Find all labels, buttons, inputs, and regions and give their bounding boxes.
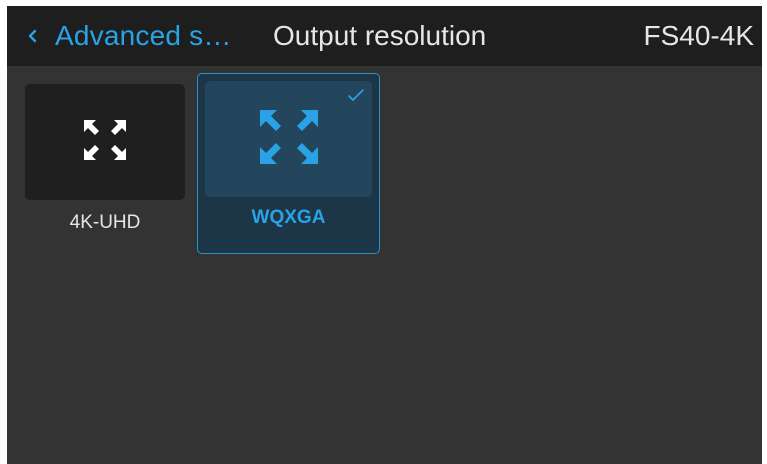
option-label: WQXGA bbox=[251, 207, 326, 228]
option-wqxga[interactable]: WQXGA bbox=[197, 73, 380, 254]
header-bar: Advanced s… Output resolution FS40-4K bbox=[7, 6, 762, 66]
option-label: 4K-UHD bbox=[69, 212, 141, 233]
expand-arrows-icon bbox=[82, 118, 128, 167]
back-label: Advanced s… bbox=[55, 20, 232, 51]
back-button[interactable]: Advanced s… bbox=[27, 6, 232, 66]
screen: Advanced s… Output resolution FS40-4K 4K… bbox=[7, 6, 762, 464]
expand-arrows-icon bbox=[258, 108, 320, 171]
device-name: FS40-4K bbox=[643, 20, 755, 51]
page-title: Output resolution bbox=[273, 20, 487, 51]
option-4k-uhd[interactable]: 4K-UHD bbox=[25, 84, 185, 244]
option-thumbnail bbox=[25, 84, 185, 200]
chevron-left-icon bbox=[27, 24, 41, 48]
checkmark-icon bbox=[347, 88, 365, 102]
